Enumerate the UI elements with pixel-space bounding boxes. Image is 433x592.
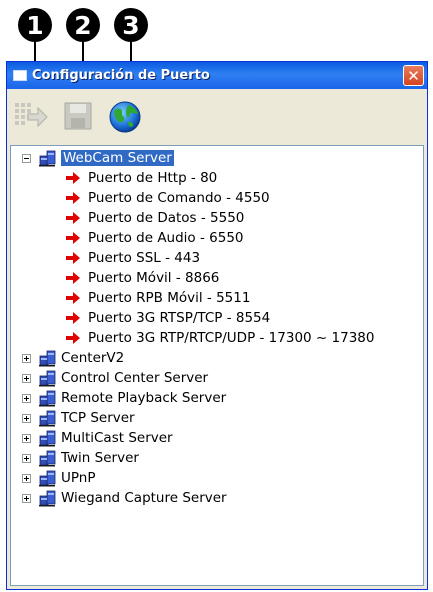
window-icon [13, 70, 27, 81]
server-icon [39, 490, 56, 506]
collapse-toggle[interactable] [22, 153, 31, 163]
port-item[interactable]: Puerto 3G RTSP/TCP - 8554 [66, 308, 270, 328]
arrow-right-icon [66, 272, 80, 284]
save-button[interactable] [60, 98, 96, 134]
server-icon [39, 430, 56, 446]
tree-node-server[interactable]: UPnP [22, 468, 95, 488]
server-icon [39, 370, 56, 386]
expand-toggle[interactable] [22, 393, 31, 403]
server-icon [39, 390, 56, 406]
port-item[interactable]: Puerto de Comando - 4550 [66, 188, 270, 208]
port-item[interactable]: Puerto SSL - 443 [66, 248, 200, 268]
port-label: Puerto SSL - 443 [88, 250, 201, 266]
port-item[interactable]: Puerto de Http - 80 [66, 168, 217, 188]
tree-label: Twin Server [61, 450, 139, 466]
expand-toggle[interactable] [22, 413, 31, 423]
server-icon [39, 450, 56, 466]
arrow-right-icon [66, 312, 80, 324]
port-label: Puerto de Audio - 6550 [88, 230, 244, 246]
toolbar [7, 89, 427, 143]
port-label: Puerto 3G RTSP/TCP - 8554 [88, 310, 271, 326]
arrow-right-icon [66, 192, 80, 204]
port-label: Puerto de Datos - 5550 [88, 210, 245, 226]
tree-label: TCP Server [61, 410, 135, 426]
port-item[interactable]: Puerto de Datos - 5550 [66, 208, 244, 228]
port-config-window: Configuración de Puerto ✕ WebCam Server … [6, 61, 428, 590]
expand-toggle[interactable] [22, 493, 31, 503]
server-icon [39, 410, 56, 426]
globe-button[interactable] [107, 98, 143, 134]
port-label: Puerto Móvil - 8866 [88, 270, 220, 286]
server-icon [39, 150, 56, 166]
tree-label: Remote Playback Server [61, 390, 227, 406]
connect-button[interactable] [13, 98, 49, 134]
tree-node-webcam-server[interactable]: WebCam Server [22, 148, 174, 168]
server-tree: WebCam Server Puerto de Http - 80 Puerto… [10, 145, 424, 586]
server-icon [39, 350, 56, 366]
close-button[interactable]: ✕ [403, 65, 424, 86]
arrow-right-icon [66, 172, 80, 184]
expand-toggle[interactable] [22, 373, 31, 383]
callout-2: 2 [66, 8, 100, 42]
tree-label: Control Center Server [61, 370, 209, 386]
expand-toggle[interactable] [22, 473, 31, 483]
title-bar[interactable]: Configuración de Puerto ✕ [7, 62, 427, 89]
arrow-right-icon [66, 252, 80, 264]
tree-node-server[interactable]: MultiCast Server [22, 428, 173, 448]
server-icon [39, 470, 56, 486]
globe-icon [109, 101, 141, 133]
port-item[interactable]: Puerto 3G RTP/RTCP/UDP - 17300 ~ 17380 [66, 328, 374, 348]
tree-label: WebCam Server [61, 150, 174, 166]
arrow-right-icon [66, 232, 80, 244]
tree-label: UPnP [61, 470, 96, 486]
arrow-right-icon [66, 212, 80, 224]
port-label: Puerto de Comando - 4550 [88, 190, 270, 206]
port-label: Puerto 3G RTP/RTCP/UDP - 17300 ~ 17380 [88, 330, 375, 346]
tree-label: MultiCast Server [61, 430, 173, 446]
tree-node-server[interactable]: Remote Playback Server [22, 388, 226, 408]
arrow-right-icon [66, 292, 80, 304]
arrow-right-icon [66, 332, 80, 344]
tree-label: CenterV2 [61, 350, 125, 366]
expand-toggle[interactable] [22, 433, 31, 443]
port-label: Puerto RPB Móvil - 5511 [88, 290, 251, 306]
save-icon [64, 102, 92, 130]
port-item[interactable]: Puerto RPB Móvil - 5511 [66, 288, 250, 308]
callout-1: 1 [18, 8, 52, 42]
connect-icon [15, 103, 48, 128]
tree-node-server[interactable]: Wiegand Capture Server [22, 488, 227, 508]
window-title: Configuración de Puerto [32, 68, 210, 83]
port-item[interactable]: Puerto Móvil - 8866 [66, 268, 219, 288]
tree-node-server[interactable]: CenterV2 [22, 348, 124, 368]
tree-label: Wiegand Capture Server [61, 490, 227, 506]
port-label: Puerto de Http - 80 [88, 170, 218, 186]
tree-node-server[interactable]: TCP Server [22, 408, 135, 428]
expand-toggle[interactable] [22, 353, 31, 363]
port-item[interactable]: Puerto de Audio - 6550 [66, 228, 244, 248]
tree-node-server[interactable]: Control Center Server [22, 368, 208, 388]
tree-node-server[interactable]: Twin Server [22, 448, 139, 468]
expand-toggle[interactable] [22, 453, 31, 463]
callout-3: 3 [114, 8, 148, 42]
